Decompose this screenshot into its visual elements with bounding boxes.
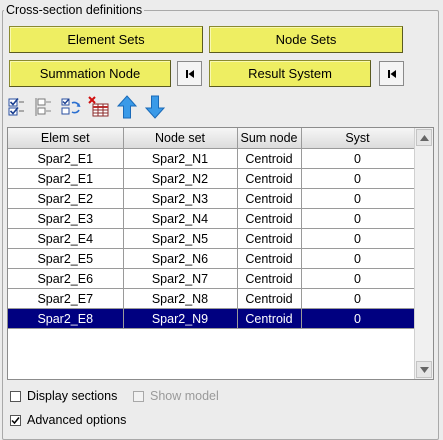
table-cell[interactable]: Spar2_E1 (8, 168, 124, 189)
table-cell[interactable]: 0 (301, 308, 415, 329)
chevron-down-icon (419, 366, 429, 373)
show-model-option: Show model (133, 389, 219, 403)
table-cell[interactable]: Centroid (237, 188, 302, 209)
check-all-icon[interactable] (5, 95, 27, 119)
table-row[interactable]: Spar2_E6 Spar2_N7 Centroid 0 (8, 268, 415, 289)
table-cell[interactable]: Spar2_N1 (123, 148, 238, 169)
table-cell[interactable]: Centroid (237, 228, 302, 249)
display-sections-option[interactable]: Display sections (10, 389, 117, 403)
move-up-icon[interactable] (116, 95, 138, 119)
table-cell[interactable]: Spar2_E1 (8, 148, 124, 169)
table-cell[interactable]: Centroid (237, 208, 302, 229)
table-cell[interactable]: Centroid (237, 248, 302, 269)
table-cell[interactable]: Spar2_N6 (123, 248, 238, 269)
table-cell[interactable]: Spar2_E8 (8, 308, 124, 329)
table-cell[interactable]: Spar2_E3 (8, 208, 124, 229)
show-model-label: Show model (150, 389, 219, 403)
skip-to-start-icon (387, 69, 396, 78)
delete-table-icon[interactable] (88, 95, 110, 119)
table-row[interactable]: Spar2_E2 Spar2_N3 Centroid 0 (8, 188, 415, 209)
table-row[interactable]: Spar2_E4 Spar2_N5 Centroid 0 (8, 228, 415, 249)
table-cell[interactable]: 0 (301, 268, 415, 289)
scroll-up-arrow[interactable] (416, 129, 432, 146)
table-cell[interactable]: 0 (301, 168, 415, 189)
table-row[interactable]: Spar2_E8 Spar2_N9 Centroid 0 (8, 308, 415, 329)
table-cell[interactable]: 0 (301, 188, 415, 209)
cross-section-table: Elem set Node set Sum node Syst Spar2_E1… (7, 127, 434, 380)
table-row[interactable]: Spar2_E1 Spar2_N1 Centroid 0 (8, 148, 415, 169)
skip-to-start-icon (185, 69, 194, 78)
result-system-reset-button[interactable] (379, 61, 404, 86)
table-cell[interactable]: Spar2_N4 (123, 208, 238, 229)
group-title: Cross-section definitions (4, 3, 145, 17)
move-down-icon[interactable] (144, 95, 166, 119)
scroll-down-arrow[interactable] (416, 361, 432, 378)
table-cell[interactable]: Spar2_E5 (8, 248, 124, 269)
column-header[interactable]: Elem set (8, 128, 124, 149)
table-cell[interactable]: Centroid (237, 288, 302, 309)
table-cell[interactable]: Centroid (237, 308, 302, 329)
table-cell[interactable]: Centroid (237, 168, 302, 189)
table-cell[interactable]: 0 (301, 148, 415, 169)
table-header-row: Elem set Node set Sum node Syst (8, 128, 415, 149)
display-sections-label: Display sections (27, 389, 118, 403)
column-header[interactable]: Node set (123, 128, 238, 149)
node-sets-button[interactable]: Node Sets (209, 26, 403, 53)
uncheck-all-icon[interactable] (33, 95, 55, 119)
table-row[interactable]: Spar2_E5 Spar2_N6 Centroid 0 (8, 248, 415, 269)
column-header[interactable]: Syst (301, 128, 415, 149)
column-header[interactable]: Sum node (237, 128, 302, 149)
table-cell[interactable]: 0 (301, 228, 415, 249)
table-row[interactable]: Spar2_E7 Spar2_N8 Centroid 0 (8, 288, 415, 309)
table-row[interactable]: Spar2_E3 Spar2_N4 Centroid 0 (8, 208, 415, 229)
table-cell[interactable]: Spar2_E6 (8, 268, 124, 289)
advanced-options-option[interactable]: Advanced options (10, 413, 126, 427)
table-cell[interactable]: Spar2_E4 (8, 228, 124, 249)
table-cell[interactable]: Spar2_E7 (8, 288, 124, 309)
table-cell[interactable]: Spar2_N7 (123, 268, 238, 289)
table-cell[interactable]: 0 (301, 208, 415, 229)
table-cell[interactable]: Spar2_N8 (123, 288, 238, 309)
table-cell[interactable]: Spar2_N9 (123, 308, 238, 329)
table-cell[interactable]: 0 (301, 248, 415, 269)
table-cell[interactable]: Centroid (237, 268, 302, 289)
table-cell[interactable]: 0 (301, 288, 415, 309)
table-cell[interactable]: Spar2_N2 (123, 168, 238, 189)
table-cell[interactable]: Spar2_E2 (8, 188, 124, 209)
table-cell[interactable]: Spar2_N3 (123, 188, 238, 209)
advanced-options-label: Advanced options (27, 413, 127, 427)
vertical-scrollbar[interactable] (414, 128, 433, 379)
summation-node-button[interactable]: Summation Node (9, 60, 171, 87)
refresh-icon[interactable] (60, 95, 82, 119)
chevron-up-icon (419, 134, 429, 141)
show-model-checkbox (133, 390, 144, 402)
checkmark-icon (11, 416, 20, 424)
result-system-button[interactable]: Result System (209, 60, 371, 87)
table-cell[interactable]: Centroid (237, 148, 302, 169)
summation-node-reset-button[interactable] (177, 61, 202, 86)
element-sets-button[interactable]: Element Sets (9, 26, 203, 53)
table-row[interactable]: Spar2_E1 Spar2_N2 Centroid 0 (8, 168, 415, 189)
advanced-options-checkbox[interactable] (10, 414, 21, 426)
display-sections-checkbox[interactable] (10, 390, 21, 402)
table-cell[interactable]: Spar2_N5 (123, 228, 238, 249)
